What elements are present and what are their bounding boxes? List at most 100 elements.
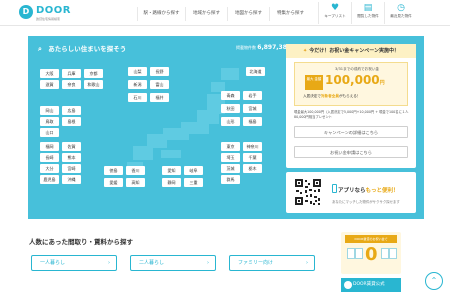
clock-icon: ◷ [397, 3, 405, 13]
nav-feature[interactable]: 特集から探す [269, 7, 311, 21]
pref-fukui[interactable]: 福井 [150, 93, 169, 102]
app-title-em: もっと便利！ [365, 188, 399, 194]
couple-living-label: 二人暮らし [139, 260, 165, 266]
heart-icon: ♥ [330, 3, 340, 13]
pref-tokushima[interactable]: 徳島 [104, 166, 123, 175]
pref-miyagi[interactable]: 宮城 [243, 104, 262, 113]
smartphone-icon [332, 184, 337, 193]
pref-shiga[interactable]: 滋賀 [40, 80, 59, 89]
pref-kagoshima[interactable]: 鹿児島 [40, 175, 59, 184]
family-label: ファミリー向け [238, 260, 274, 266]
single-living-label: 一人暮らし [40, 260, 66, 266]
door-official-banner[interactable]: DOOR賃貸公式 [341, 278, 401, 292]
pref-okinawa[interactable]: 沖縄 [62, 175, 81, 184]
campaign-note: 入居決定で対象者全員がもらえる！ [303, 94, 360, 99]
scroll-top-button[interactable]: ⌃ [425, 272, 443, 290]
family-button[interactable]: ファミリー向け › [229, 255, 315, 271]
campaign-note-suffix: がもらえる！ [338, 94, 361, 98]
zero-promo-banner[interactable]: DOOR賃貸のお祝い金で 0 [341, 232, 401, 274]
pref-fukushima[interactable]: 福島 [243, 117, 262, 126]
logo-tagline: 賃貸住宅情報検索 [36, 17, 61, 21]
app-promo-panel[interactable]: アプリならもっと便利！ あなたにマッチした物件がサクサク探せます [286, 172, 416, 213]
single-living-button[interactable]: 一人暮らし › [31, 255, 117, 271]
campaign-description: 現金最大100,000円（入居決定で5,000円+10,000円 + 現金で10… [294, 110, 409, 119]
promo-badge: DOOR賃貸のお祝い金で [345, 235, 397, 243]
pref-fukuoka[interactable]: 福岡 [40, 142, 59, 151]
pref-saitama[interactable]: 埼玉 [221, 153, 240, 162]
pref-nagasaki[interactable]: 長崎 [40, 153, 59, 162]
search-icon: ⌕ [38, 45, 42, 53]
pref-iwate[interactable]: 岩手 [243, 91, 262, 100]
gift-icon: ✦ [303, 48, 308, 54]
nav-area[interactable]: 地域から探す [185, 7, 227, 21]
pref-aomori[interactable]: 青森 [221, 91, 240, 100]
document-icon [355, 248, 363, 259]
campaign-note-em: 対象者全員 [320, 94, 339, 98]
recent-button[interactable]: ◷ 最近見た物件 [384, 2, 417, 24]
pref-chiba[interactable]: 千葉 [243, 153, 262, 162]
logo-mark-icon: D [19, 5, 33, 19]
campaign-title-text: 今だけ！お祝い金キャンペーン実施中！ [309, 48, 399, 54]
pref-tokyo[interactable]: 東京 [221, 142, 240, 151]
hero-title: ⌕ あたらしい住まいを探そう [38, 43, 126, 54]
pref-ishikawa[interactable]: 石川 [128, 93, 147, 102]
campaign-amount-value: 100,000 [325, 73, 380, 87]
pref-kumamoto[interactable]: 熊本 [62, 153, 81, 162]
pref-kyoto[interactable]: 京都 [84, 69, 103, 78]
campaign-title: ✦ 今だけ！お祝い金キャンペーン実施中！ [286, 44, 416, 58]
pref-kagawa[interactable]: 香川 [126, 166, 145, 175]
pref-oita[interactable]: 大分 [40, 164, 59, 173]
pref-kanagawa[interactable]: 神奈川 [243, 142, 262, 151]
nav-station[interactable]: 駅・路線から探す [137, 7, 185, 21]
listing-count-label: 掲載物件数 [236, 45, 256, 50]
nav-map[interactable]: 地図から探す [227, 7, 269, 21]
pref-yamagata[interactable]: 山形 [221, 117, 240, 126]
pref-okayama[interactable]: 岡山 [40, 106, 59, 115]
chevron-right-icon: › [306, 260, 308, 266]
campaign-amount: 100,000円 [325, 73, 385, 87]
campaign-details-button[interactable]: キャンペーンの詳細はこちら [294, 126, 408, 138]
keep-list-label: キープリスト [324, 14, 346, 18]
pref-toyama[interactable]: 富山 [150, 80, 169, 89]
pref-aichi[interactable]: 愛知 [162, 166, 181, 175]
pref-niigata[interactable]: 新潟 [128, 80, 147, 89]
pref-osaka[interactable]: 大阪 [40, 69, 59, 78]
pref-shimane[interactable]: 島根 [62, 117, 81, 126]
pref-hokkaido[interactable]: 北海道 [246, 67, 265, 76]
viewed-button[interactable]: ▤ 閲覧した物件 [351, 2, 384, 24]
qr-code-icon [294, 178, 322, 206]
pref-saga[interactable]: 佐賀 [62, 142, 81, 151]
pref-gunma[interactable]: 群馬 [221, 175, 240, 184]
keep-list-button[interactable]: ♥ キープリスト [318, 2, 351, 24]
document-icon [381, 248, 389, 259]
promo-zero: 0 [365, 244, 378, 265]
campaign-amount-unit: 円 [379, 80, 385, 86]
couple-living-button[interactable]: 二人暮らし › [130, 255, 216, 271]
pref-tochigi[interactable]: 栃木 [243, 164, 262, 173]
pref-nagano[interactable]: 長野 [150, 67, 169, 76]
pref-ibaraki[interactable]: 茨城 [221, 164, 240, 173]
pref-akita[interactable]: 秋田 [221, 104, 240, 113]
pref-hiroshima[interactable]: 広島 [62, 106, 81, 115]
pref-yamanashi[interactable]: 山梨 [128, 67, 147, 76]
pref-yamaguchi[interactable]: 山口 [40, 128, 59, 137]
pref-tottori[interactable]: 鳥取 [40, 117, 59, 126]
app-subtitle: あなたにマッチした物件がサクサク探せます [332, 200, 400, 204]
campaign-badge: 最大 金額 [305, 75, 323, 90]
campaign-card[interactable]: 3/31までの成約でお祝い金 最大 金額 100,000円 入居決定で対象者全員… [294, 62, 408, 106]
pref-shizuoka[interactable]: 静岡 [162, 178, 181, 187]
pref-hyogo[interactable]: 兵庫 [62, 69, 81, 78]
pref-miyazaki[interactable]: 宮崎 [62, 164, 81, 173]
pref-kochi[interactable]: 高知 [126, 178, 145, 187]
pref-gifu[interactable]: 岐阜 [184, 166, 203, 175]
campaign-apply-button[interactable]: お祝い金申請はこちら [294, 146, 408, 158]
document-icon [347, 248, 355, 259]
campaign-panel: ✦ 今だけ！お祝い金キャンペーン実施中！ 3/31までの成約でお祝い金 最大 金額… [286, 44, 416, 168]
pref-nara[interactable]: 奈良 [62, 80, 81, 89]
pref-mie[interactable]: 三重 [184, 178, 203, 187]
site-logo[interactable]: D DOOR 賃貸住宅情報検索 [19, 4, 89, 24]
hero-title-text: あたらしい住まいを探そう [48, 45, 127, 53]
header-icon-group: ♥ キープリスト ▤ 閲覧した物件 ◷ 最近見た物件 [318, 2, 417, 24]
pref-wakayama[interactable]: 和歌山 [84, 80, 103, 89]
pref-ehime[interactable]: 愛媛 [104, 178, 123, 187]
